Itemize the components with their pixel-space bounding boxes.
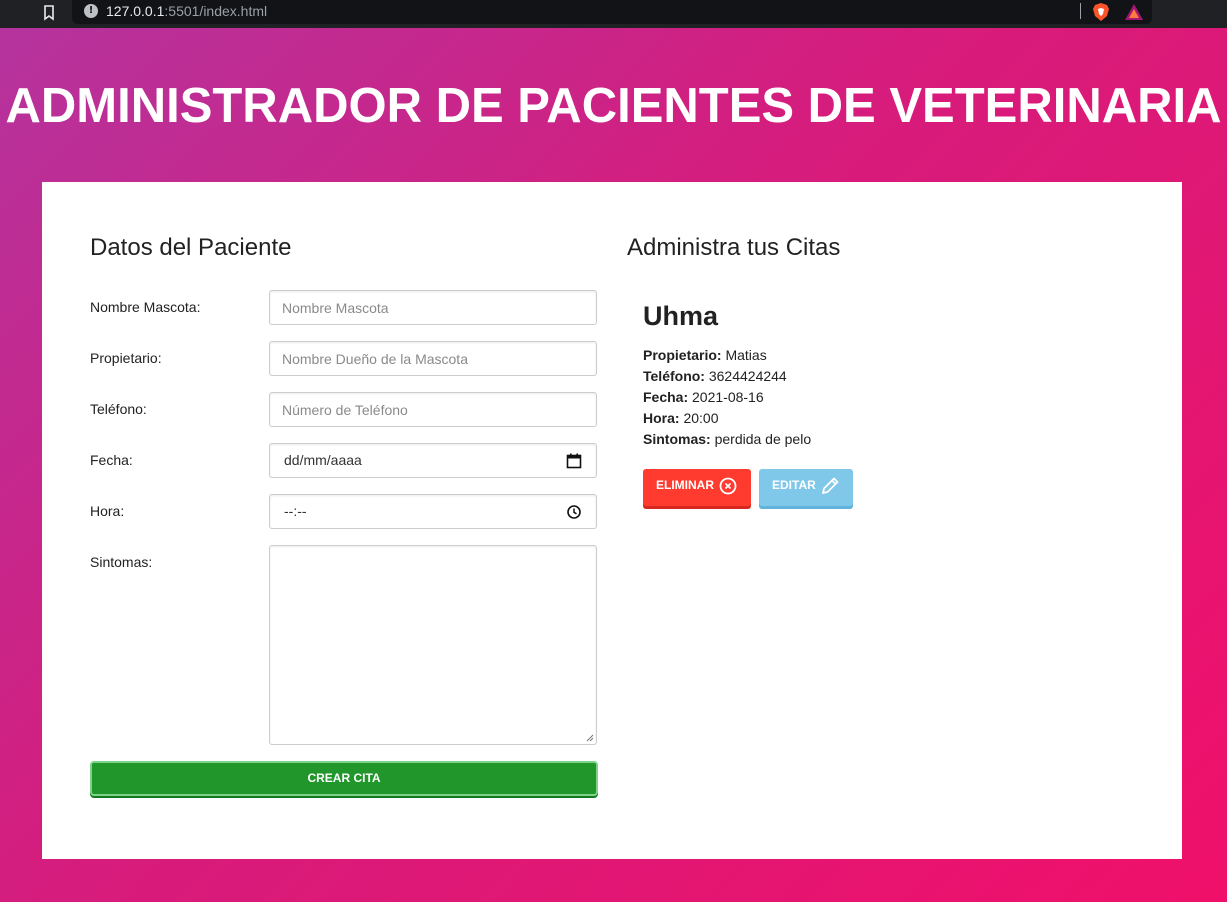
pet-name-label: Nombre Mascota: xyxy=(90,299,201,315)
date-value-text: 2021-08-16 xyxy=(692,389,764,405)
date-input[interactable]: dd/mm/aaaa xyxy=(269,443,597,478)
date-key: Fecha: xyxy=(643,389,689,405)
delete-label: ELIMINAR xyxy=(656,478,714,492)
edit-button[interactable]: EDITAR xyxy=(759,469,853,506)
appointments-title: Administra tus Citas xyxy=(627,234,841,261)
symptoms-key: Sintomas: xyxy=(643,431,711,447)
browser-toolbar: ! 127.0.0.1:5501/index.html xyxy=(0,0,1227,28)
date-label: Fecha: xyxy=(90,452,133,468)
close-circle-icon xyxy=(719,477,737,495)
appointment-phone: Teléfono: 3624424244 xyxy=(643,366,811,387)
phone-label: Teléfono: xyxy=(90,401,147,417)
owner-key: Propietario: xyxy=(643,347,722,363)
calendar-icon[interactable] xyxy=(566,453,582,469)
symptoms-textarea[interactable] xyxy=(269,545,597,745)
appointment-symptoms: Sintomas: perdida de pelo xyxy=(643,429,811,450)
phone-input[interactable] xyxy=(269,392,597,427)
delete-button[interactable]: ELIMINAR xyxy=(643,469,751,506)
divider xyxy=(1080,3,1081,19)
url-path: :5501/index.html xyxy=(164,3,268,19)
appointment-owner: Propietario: Matias xyxy=(643,345,811,366)
create-appointment-button[interactable]: CREAR CITA xyxy=(90,761,598,796)
date-value: dd/mm/aaaa xyxy=(284,452,362,468)
bookmark-icon[interactable] xyxy=(42,4,56,22)
time-key: Hora: xyxy=(643,410,680,426)
time-input[interactable]: --:-- xyxy=(269,494,597,529)
symptoms-value: perdida de pelo xyxy=(714,431,812,447)
phone-key: Teléfono: xyxy=(643,368,705,384)
pencil-icon xyxy=(822,477,839,494)
form-title: Datos del Paciente xyxy=(90,234,292,261)
owner-input[interactable] xyxy=(269,341,597,376)
owner-label: Propietario: xyxy=(90,350,162,366)
page-title: ADMINISTRADOR DE PACIENTES DE VETERINARI… xyxy=(5,79,1222,133)
appointment-date: Fecha: 2021-08-16 xyxy=(643,387,811,408)
owner-value: Matias xyxy=(725,347,767,363)
edit-label: EDITAR xyxy=(772,478,816,492)
rewards-icon[interactable] xyxy=(1124,3,1144,21)
main-card: Datos del Paciente Nombre Mascota: Propi… xyxy=(42,182,1182,859)
pet-name-input[interactable] xyxy=(269,290,597,325)
url-host: 127.0.0.1 xyxy=(106,3,165,19)
appointment-card: Uhma Propietario: Matias Teléfono: 36244… xyxy=(643,301,811,450)
time-value-text: 20:00 xyxy=(683,410,719,426)
clock-icon[interactable] xyxy=(566,504,582,520)
appointment-time: Hora: 20:00 xyxy=(643,408,811,429)
resize-grip-icon[interactable] xyxy=(586,734,594,742)
appointment-pet-name: Uhma xyxy=(643,301,719,331)
symptoms-label: Sintomas: xyxy=(90,554,153,570)
url-text[interactable]: 127.0.0.1:5501/index.html xyxy=(106,3,267,19)
info-icon[interactable]: ! xyxy=(84,4,98,18)
address-bar[interactable]: ! 127.0.0.1:5501/index.html xyxy=(72,0,1152,24)
time-label: Hora: xyxy=(90,503,125,519)
brave-icon[interactable] xyxy=(1092,2,1110,22)
phone-value: 3624424244 xyxy=(708,368,787,384)
time-value: --:-- xyxy=(284,503,307,519)
